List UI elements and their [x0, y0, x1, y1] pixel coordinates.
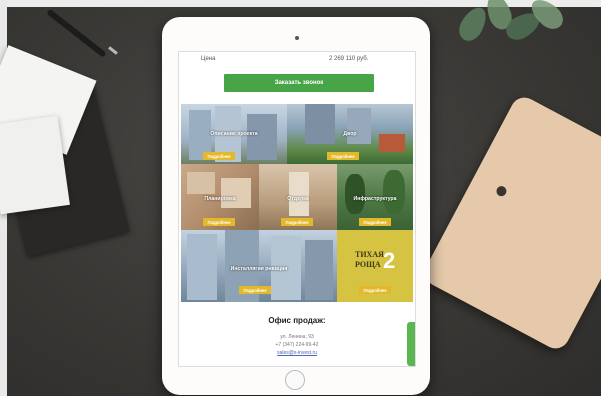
- office-title: Офис продаж:: [268, 316, 326, 325]
- tile-description[interactable]: Описание проекта Подробнее: [181, 104, 287, 164]
- tile-label: Инфраструктура: [353, 196, 397, 202]
- tile-more-button[interactable]: Подробнее: [239, 286, 271, 294]
- tile-more-button[interactable]: Подробнее: [203, 218, 235, 226]
- price-value: 2 269 110 руб.: [329, 56, 369, 62]
- tile-label: Инсталлягия рнвиция: [230, 266, 288, 272]
- front-camera-icon: [295, 36, 299, 40]
- price-row: Цена 2 269 110 руб.: [179, 52, 415, 68]
- home-button[interactable]: [285, 370, 305, 390]
- sales-office-section: Офис продаж: ул. Ленина, 93 +7 (347) 224…: [179, 310, 415, 366]
- tile-yard[interactable]: Двор Подробнее: [287, 104, 413, 164]
- room-image: [221, 178, 251, 208]
- tile-label: Отделка: [287, 196, 309, 202]
- tile-label: Двор: [343, 131, 357, 137]
- tile-installment[interactable]: Инсталлягия рнвиция Подробнее: [181, 230, 337, 302]
- tile-more-button[interactable]: Подробнее: [281, 218, 313, 226]
- office-email-link[interactable]: sales@s-invest.ru: [179, 350, 415, 356]
- order-call-button[interactable]: Заказать звонок: [224, 74, 374, 92]
- tikhaya-roshcha-logo: ТИХАЯ РОЩА 2: [351, 248, 401, 280]
- logo-text-line1: ТИХАЯ: [355, 250, 384, 259]
- tile-finishing[interactable]: Отделка Подробнее: [259, 164, 337, 230]
- tile-infrastructure[interactable]: Инфраструктура Подробнее: [337, 164, 413, 230]
- side-callback-tab[interactable]: [407, 322, 415, 366]
- tile-logo[interactable]: ТИХАЯ РОЩА 2 Подробнее: [337, 230, 413, 302]
- tablet-screen: Цена 2 269 110 руб. Заказать звонок Опис…: [178, 51, 416, 367]
- tile-label: Описание проекта: [210, 131, 258, 137]
- tile-more-button[interactable]: Подробнее: [359, 218, 391, 226]
- logo-number: 2: [383, 248, 396, 273]
- camera-icon: [494, 184, 509, 198]
- building-image: [305, 104, 335, 144]
- office-phone[interactable]: +7 (347) 224-99-42: [179, 342, 415, 348]
- tile-more-button[interactable]: Подробнее: [327, 152, 359, 160]
- feature-grid: Описание проекта Подробнее Двор Подробне…: [181, 104, 413, 302]
- office-address: ул. Ленина, 93: [280, 334, 314, 340]
- tile-label: Планировка: [204, 196, 236, 202]
- building-image: [247, 114, 277, 160]
- building-image: [347, 108, 371, 144]
- room-image: [187, 172, 215, 194]
- paper-napkin-2: [0, 115, 70, 215]
- tree-image: [345, 174, 365, 214]
- tile-layout[interactable]: Планировка Подробнее: [181, 164, 259, 230]
- door-image: [289, 172, 309, 216]
- frame-top-border: [0, 0, 601, 7]
- logo-text-line2: РОЩА: [355, 260, 381, 269]
- tree-image: [383, 170, 405, 214]
- ipad-device: Цена 2 269 110 руб. Заказать звонок Опис…: [162, 17, 430, 395]
- tile-more-button[interactable]: Подробнее: [203, 152, 235, 160]
- tile-more-button[interactable]: Подробнее: [359, 286, 391, 294]
- price-label: Цена: [201, 56, 216, 62]
